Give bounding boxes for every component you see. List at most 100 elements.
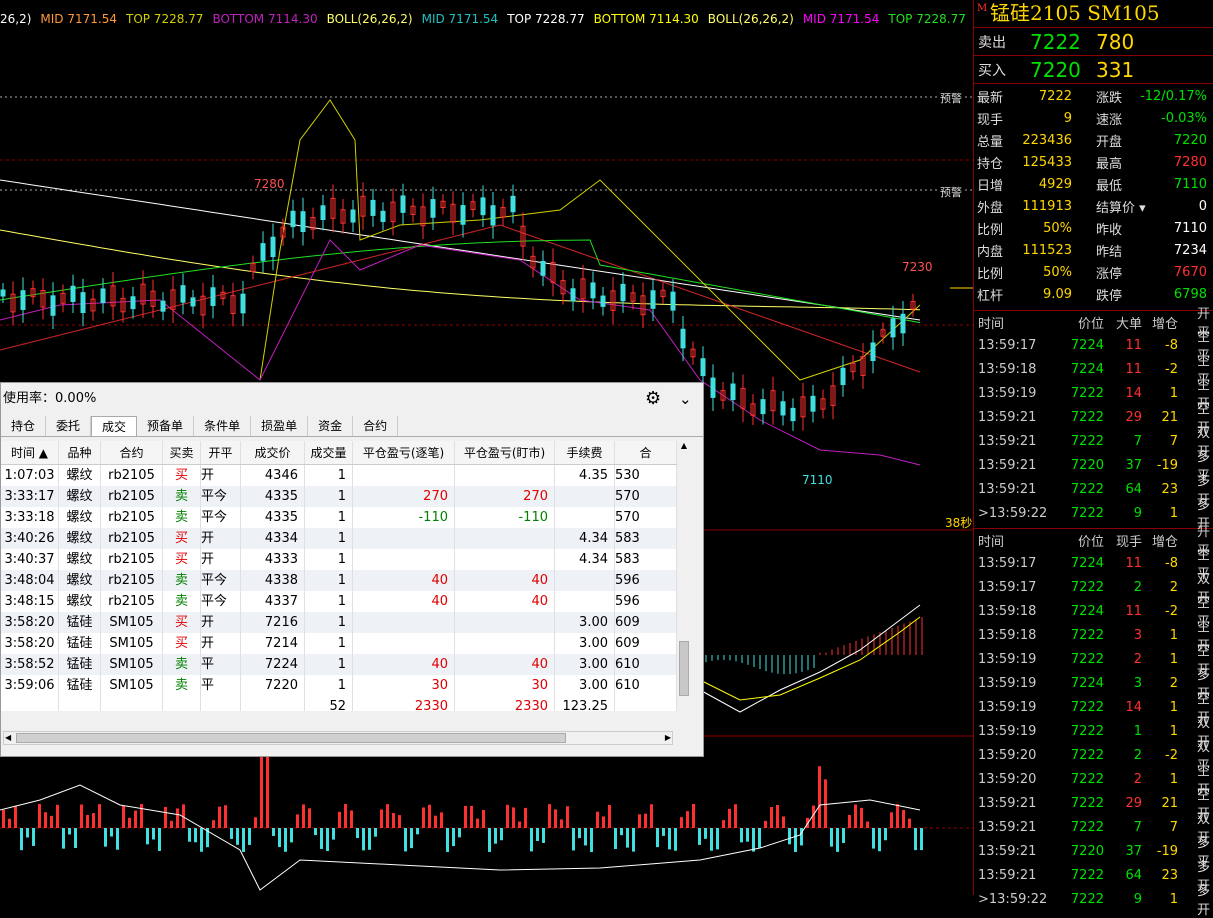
table-cell: 570 [615,507,677,528]
total-cell [615,696,677,711]
scroll-up-icon[interactable]: ▲ [677,441,691,455]
volume-bar [218,806,221,828]
stat-key2[interactable]: 结算价 ▾ [1076,197,1146,216]
grid-col-header[interactable]: 平仓盈亏(盯市) [455,441,555,464]
table-cell: 3:33:17 [1,486,59,507]
tick-oi-change: -19 [1156,843,1178,859]
table-row[interactable]: 3:33:17 螺纹 rb2105 卖平今 4335 1 270 270 570 [1,486,677,507]
grid-col-header[interactable]: 合约 [101,441,163,464]
table-cell: 40 [353,654,455,675]
table-row[interactable]: 3:58:20 锰硅 SM105 买开 7214 1 3.00 609 [1,633,677,654]
table-cell: 3.00 [555,654,615,675]
table-row[interactable]: 3:40:37 螺纹 rb2105 买开 4333 1 4.34 583 [1,549,677,570]
scroll-left-icon[interactable]: ◀ [5,732,11,744]
volume-bar [566,806,569,828]
volume-bar [8,818,11,828]
table-row[interactable]: 1:07:03 螺纹 rb2105 买开 4346 1 4.35 530 [1,465,677,486]
grid-col-header[interactable]: 合 [615,441,677,464]
table-row[interactable]: 3:58:52 锰硅 SM105 卖平 7224 1 40 40 3.00 610 [1,654,677,675]
tab-1[interactable]: 委托 [46,416,92,436]
table-row[interactable]: 3:48:04 螺纹 rb2105 卖平今 4338 1 40 40 596 [1,570,677,591]
volume-bar [530,828,533,852]
candle-body [590,282,596,299]
tab-5[interactable]: 损盈单 [251,416,309,436]
table-row[interactable]: 3:58:20 锰硅 SM105 买开 7216 1 3.00 609 [1,612,677,633]
table-cell: 1 [305,486,353,507]
trade-grid[interactable]: 时间 ▲ 品种 合约 买卖 开平 成交价 成交量 平仓盈亏(逐笔) 平仓盈亏(盯市) 手续费合 1… [1,441,677,711]
tab-7[interactable]: 合约 [353,416,399,436]
table-cell [455,612,555,633]
volume-bar [170,820,173,828]
vertical-scrollbar[interactable]: ▲ [677,441,691,711]
stat-row: 比例 50% 涨停 7670 [974,261,1213,283]
grid-col-header[interactable]: 时间 ▲ [1,441,59,464]
tick-price: 7222 [1070,433,1104,449]
tick-volume: 11 [1125,555,1142,571]
tab-3[interactable]: 预备单 [137,416,195,436]
volume-bar [920,828,923,851]
stat-value: 4929 [1038,176,1072,192]
scroll-thumb[interactable] [679,641,689,696]
grid-col-header[interactable]: 手续费 [555,441,615,464]
volume-bar [428,804,431,828]
volume-bar [74,828,77,849]
grid-col-header[interactable]: 平仓盈亏(逐笔) [353,441,455,464]
stat-key: 杠杆 [977,288,1004,304]
tick-type: 多开 [1196,884,1210,918]
volume-bar [668,828,671,850]
volume-bar [536,828,539,842]
horizontal-scrollbar[interactable]: ◀ ▶ [3,731,673,745]
bid-label: 买入 [978,62,1006,79]
volume-bar [656,828,659,848]
tab-0[interactable]: 持仓 [1,416,47,436]
table-cell: 买 [163,633,201,654]
total-cell [59,696,101,711]
tick-oi-change: 1 [1169,699,1178,715]
volume-bar [674,828,677,851]
table-cell: 40 [455,654,555,675]
table-cell: 30 [353,675,455,696]
legend-item: TOP 7228.77 [125,12,204,26]
legend-item: BOLL(26,26,2) [326,12,413,26]
table-cell [353,633,455,654]
dialog-header: 使用率：0.00% ⚙ ⌄ [1,383,703,415]
tick-time: 13:59:21 [978,457,1037,473]
ma-line [0,179,921,321]
tab-6[interactable]: 资金 [308,416,354,436]
gear-icon[interactable]: ⚙ [645,383,661,415]
candle-body [20,290,26,310]
volume-bar [20,828,23,851]
volume-bar [482,809,485,828]
table-cell: 4335 [241,507,305,528]
trade-dialog[interactable]: 使用率：0.00% ⚙ ⌄ 持仓 委托 成交 预备单 条件单 损盈单 资金 合约 时间 ▲ 品种… [0,382,704,757]
grid-col-header[interactable]: 买卖 [163,441,201,464]
table-cell: rb2105 [101,507,163,528]
table-row[interactable]: 3:40:26 螺纹 rb2105 买开 4334 1 4.34 583 [1,528,677,549]
volume-bar [404,828,407,852]
table-row[interactable]: 3:33:18 螺纹 rb2105 卖平今 4335 1 -110 -110 570 [1,507,677,528]
table-row[interactable]: 3:48:15 螺纹 rb2105 卖平今 4337 1 40 40 596 [1,591,677,612]
volume-bar [380,809,383,828]
candle-body [160,300,166,312]
total-cell: 2330 [353,696,455,711]
collapse-icon[interactable]: ⌄ [679,383,692,415]
tick-oi-change: 1 [1169,505,1178,521]
tick-price: 7222 [1070,699,1104,715]
table-cell: 平今 [201,591,241,612]
grid-col-header[interactable]: 成交价 [241,441,305,464]
tick-price: 7222 [1070,723,1104,739]
grid-col-header[interactable]: 开平 [201,441,241,464]
hscroll-thumb[interactable] [16,733,566,743]
volume-bar [440,812,443,828]
stat-row: 总量 223436 开盘 7220 [974,129,1213,151]
tab-2[interactable]: 成交 [91,416,138,436]
stat-row: 现手 9 速涨 -0.03% [974,107,1213,129]
grid-col-header[interactable]: 品种 [59,441,101,464]
candle-body [650,290,656,309]
tick-oi-change: 1 [1169,891,1178,907]
scroll-right-icon[interactable]: ▶ [665,732,671,744]
tab-4[interactable]: 条件单 [194,416,252,436]
tick-price: 7220 [1070,843,1104,859]
grid-col-header[interactable]: 成交量 [305,441,353,464]
table-row[interactable]: 3:59:06 锰硅 SM105 卖平 7220 1 30 30 3.00 610 [1,675,677,696]
